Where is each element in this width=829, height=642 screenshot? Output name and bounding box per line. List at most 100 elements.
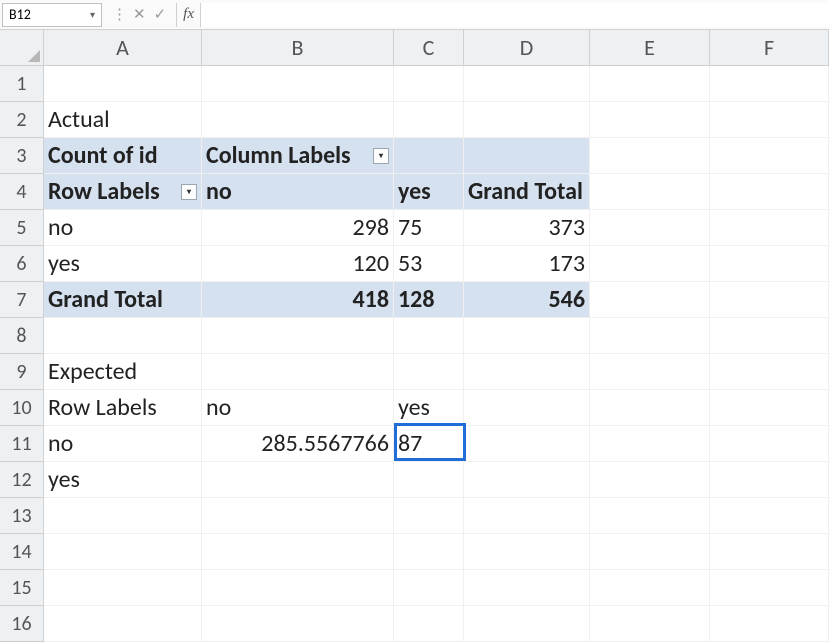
col-header-B[interactable]: B — [202, 30, 394, 66]
cell-B16[interactable] — [202, 606, 394, 642]
cell-E13[interactable] — [590, 498, 710, 534]
cell-C11[interactable]: 87 — [394, 426, 464, 462]
row-header-14[interactable]: 14 — [0, 534, 44, 570]
cell-A8[interactable] — [44, 318, 202, 354]
col-header-D[interactable]: D — [464, 30, 590, 66]
cell-D5[interactable]: 373 — [464, 210, 590, 246]
fx-icon[interactable]: fx — [177, 6, 200, 23]
cell-C4[interactable]: yes — [394, 174, 464, 210]
row-header-9[interactable]: 9 — [0, 354, 44, 390]
cell-C12[interactable] — [394, 462, 464, 498]
cell-A12[interactable]: yes — [44, 462, 202, 498]
cell-B14[interactable] — [202, 534, 394, 570]
cell-D3[interactable] — [464, 138, 590, 174]
row-header-2[interactable]: 2 — [0, 102, 44, 138]
row-header-7[interactable]: 7 — [0, 282, 44, 318]
cell-C14[interactable] — [394, 534, 464, 570]
cell-A2[interactable]: Actual — [44, 102, 202, 138]
cell-B12[interactable] — [202, 462, 394, 498]
row-header-11[interactable]: 11 — [0, 426, 44, 462]
name-box[interactable]: B12 ▾ — [2, 3, 102, 27]
cell-D13[interactable] — [464, 498, 590, 534]
column-labels-filter-dropdown[interactable]: ▾ — [373, 148, 389, 164]
cell-B1[interactable] — [202, 66, 394, 102]
select-all-corner[interactable] — [0, 30, 44, 66]
row-header-4[interactable]: 4 — [0, 174, 44, 210]
row-header-5[interactable]: 5 — [0, 210, 44, 246]
cell-E1[interactable] — [590, 66, 710, 102]
cell-D7[interactable]: 546 — [464, 282, 590, 318]
cell-A13[interactable] — [44, 498, 202, 534]
cell-A3[interactable]: Count of id — [44, 138, 202, 174]
cell-F11[interactable] — [710, 426, 829, 462]
cell-F3[interactable] — [710, 138, 829, 174]
col-header-E[interactable]: E — [590, 30, 710, 66]
cell-F10[interactable] — [710, 390, 829, 426]
cell-D11[interactable] — [464, 426, 590, 462]
cell-A14[interactable] — [44, 534, 202, 570]
cell-C7[interactable]: 128 — [394, 282, 464, 318]
cell-A5[interactable]: no — [44, 210, 202, 246]
cell-C9[interactable] — [394, 354, 464, 390]
cell-A16[interactable] — [44, 606, 202, 642]
cell-D9[interactable] — [464, 354, 590, 390]
row-header-1[interactable]: 1 — [0, 66, 44, 102]
cell-B10[interactable]: no — [202, 390, 394, 426]
cell-B13[interactable] — [202, 498, 394, 534]
cell-B15[interactable] — [202, 570, 394, 606]
cell-C1[interactable] — [394, 66, 464, 102]
cell-E14[interactable] — [590, 534, 710, 570]
cell-A6[interactable]: yes — [44, 246, 202, 282]
cell-C16[interactable] — [394, 606, 464, 642]
cell-D6[interactable]: 173 — [464, 246, 590, 282]
cell-A11[interactable]: no — [44, 426, 202, 462]
cell-D8[interactable] — [464, 318, 590, 354]
cell-E16[interactable] — [590, 606, 710, 642]
cell-D10[interactable] — [464, 390, 590, 426]
cell-F14[interactable] — [710, 534, 829, 570]
cell-E12[interactable] — [590, 462, 710, 498]
cancel-icon[interactable]: ✕ — [133, 5, 146, 24]
cell-E9[interactable] — [590, 354, 710, 390]
cell-B2[interactable] — [202, 102, 394, 138]
cell-F8[interactable] — [710, 318, 829, 354]
cell-B8[interactable] — [202, 318, 394, 354]
cell-F4[interactable] — [710, 174, 829, 210]
cell-C10[interactable]: yes — [394, 390, 464, 426]
cell-D1[interactable] — [464, 66, 590, 102]
row-header-10[interactable]: 10 — [0, 390, 44, 426]
cell-F12[interactable] — [710, 462, 829, 498]
cell-A1[interactable] — [44, 66, 202, 102]
cell-B4[interactable]: no — [202, 174, 394, 210]
cell-A7[interactable]: Grand Total — [44, 282, 202, 318]
cell-D4[interactable]: Grand Total — [464, 174, 590, 210]
cell-F5[interactable] — [710, 210, 829, 246]
cell-C3[interactable] — [394, 138, 464, 174]
cell-B3[interactable]: Column Labels ▾ — [202, 138, 394, 174]
row-labels-filter-dropdown[interactable]: ▾ — [181, 184, 197, 200]
cell-F16[interactable] — [710, 606, 829, 642]
cell-E8[interactable] — [590, 318, 710, 354]
row-header-13[interactable]: 13 — [0, 498, 44, 534]
cell-C2[interactable] — [394, 102, 464, 138]
row-header-12[interactable]: 12 — [0, 462, 44, 498]
cell-C6[interactable]: 53 — [394, 246, 464, 282]
cell-B6[interactable]: 120 — [202, 246, 394, 282]
row-header-8[interactable]: 8 — [0, 318, 44, 354]
row-header-16[interactable]: 16 — [0, 606, 44, 642]
cell-F2[interactable] — [710, 102, 829, 138]
cell-E7[interactable] — [590, 282, 710, 318]
cell-C15[interactable] — [394, 570, 464, 606]
cell-C8[interactable] — [394, 318, 464, 354]
col-header-F[interactable]: F — [710, 30, 829, 66]
cell-E2[interactable] — [590, 102, 710, 138]
cell-A4[interactable]: Row Labels ▾ — [44, 174, 202, 210]
cell-D14[interactable] — [464, 534, 590, 570]
cell-B5[interactable]: 298 — [202, 210, 394, 246]
formula-input[interactable] — [200, 3, 829, 27]
cell-F9[interactable] — [710, 354, 829, 390]
row-header-3[interactable]: 3 — [0, 138, 44, 174]
cell-F15[interactable] — [710, 570, 829, 606]
cell-C13[interactable] — [394, 498, 464, 534]
cell-B11[interactable]: 285.5567766 — [202, 426, 394, 462]
